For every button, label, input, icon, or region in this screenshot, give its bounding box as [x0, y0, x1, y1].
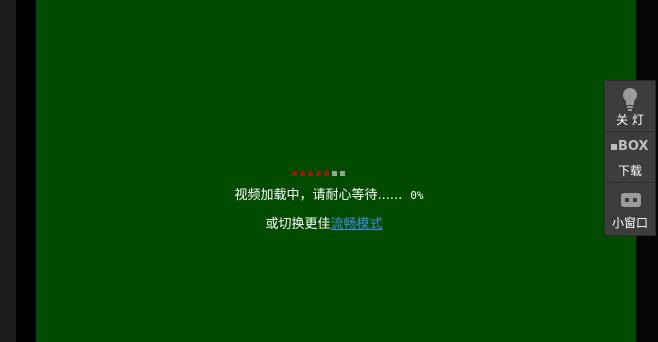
- box-icon: BOX: [611, 139, 651, 155]
- smooth-mode-link[interactable]: 流畅模式: [331, 217, 383, 232]
- mini-window-label: 小窗口: [611, 216, 648, 230]
- progress-dot: [332, 171, 337, 176]
- switch-prefix: 或切换更佳: [265, 217, 331, 232]
- lights-off-label: 关 灯: [616, 113, 644, 127]
- side-toolbar: 关 灯 BOX 下载 小窗口: [604, 80, 656, 236]
- loading-message: 视频加载中，请耐心等待...... 0%: [0, 186, 658, 206]
- bulb-icon: [623, 88, 637, 111]
- left-border: [0, 0, 16, 342]
- progress-dot: [300, 171, 305, 176]
- lights-off-button[interactable]: 关 灯: [605, 81, 655, 132]
- progress-dot: [292, 171, 297, 176]
- mini-window-icon: [621, 193, 641, 207]
- switch-mode-message: 或切换更佳流畅模式: [0, 215, 648, 235]
- loading-percent: 0%: [410, 189, 424, 202]
- box-text: BOX: [618, 139, 649, 154]
- download-label: 下载: [617, 164, 642, 178]
- progress-dot: [316, 171, 321, 176]
- download-button[interactable]: BOX 下载: [605, 132, 655, 183]
- progress-dot: [340, 171, 345, 176]
- loading-text: 视频加载中，请耐心等待......: [234, 188, 403, 203]
- page: 视频加载中，请耐心等待...... 0% 或切换更佳流畅模式 关 灯 BOX 下载…: [0, 0, 658, 342]
- mini-window-button[interactable]: 小窗口: [605, 183, 655, 234]
- progress-dot: [324, 171, 329, 176]
- left-border-inner: [16, 0, 36, 342]
- loading-progress-dots: [292, 171, 345, 176]
- progress-dot: [308, 171, 313, 176]
